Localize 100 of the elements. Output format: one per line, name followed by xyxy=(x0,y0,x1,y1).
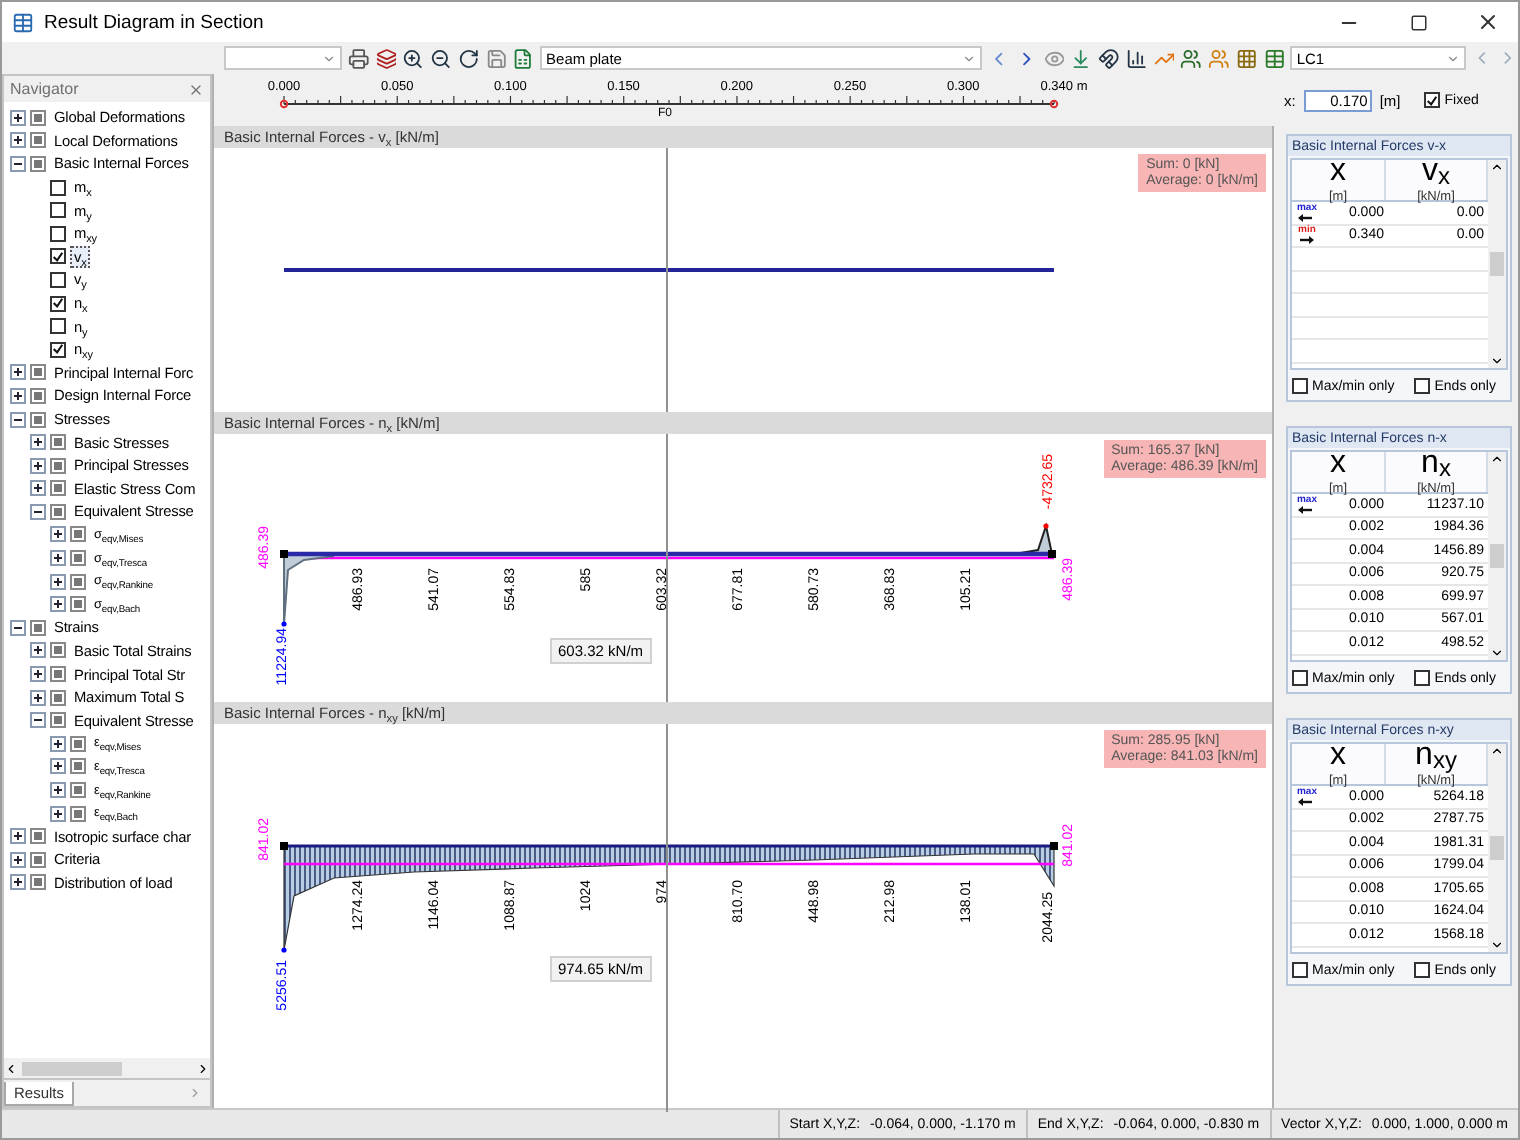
checkbox[interactable] xyxy=(50,248,66,265)
scrollbar[interactable] xyxy=(4,1058,210,1078)
zoom-in-icon[interactable] xyxy=(402,47,425,69)
group-checkbox[interactable] xyxy=(30,411,46,428)
group-checkbox[interactable] xyxy=(70,735,86,752)
expand-icon[interactable] xyxy=(30,642,46,659)
collapse-icon[interactable] xyxy=(30,503,46,520)
checkbox[interactable] xyxy=(50,318,66,335)
expand-icon[interactable] xyxy=(10,851,26,868)
expand-icon[interactable] xyxy=(50,596,66,613)
expand-icon[interactable] xyxy=(10,874,26,891)
group-checkbox[interactable] xyxy=(30,619,46,636)
checkbox[interactable] xyxy=(1414,378,1431,394)
expand-icon[interactable] xyxy=(50,782,66,799)
expand-icon[interactable] xyxy=(30,480,46,497)
group-checkbox[interactable] xyxy=(50,666,66,683)
checkbox[interactable] xyxy=(50,179,66,196)
scroll-down-icon[interactable] xyxy=(1490,354,1504,368)
group-checkbox[interactable] xyxy=(50,642,66,659)
group-checkbox[interactable] xyxy=(70,805,86,822)
scrollbar[interactable] xyxy=(1488,452,1506,660)
expand-icon[interactable] xyxy=(30,666,46,683)
magnet-icon[interactable] xyxy=(1098,47,1120,69)
group-checkbox[interactable] xyxy=(30,851,46,868)
table-icon[interactable] xyxy=(1263,47,1285,69)
group-checkbox[interactable] xyxy=(70,550,86,567)
scroll-down-icon[interactable] xyxy=(1490,938,1504,952)
collapse-icon[interactable] xyxy=(10,411,26,428)
maximize-icon[interactable] xyxy=(1409,13,1427,31)
checkbox[interactable] xyxy=(1414,670,1431,686)
expand-icon[interactable] xyxy=(10,364,26,381)
group-checkbox[interactable] xyxy=(50,712,66,729)
group-checkbox[interactable] xyxy=(50,503,66,520)
collapse-icon[interactable] xyxy=(10,155,26,172)
checkbox[interactable] xyxy=(50,341,66,358)
scroll-up-icon[interactable] xyxy=(1490,452,1504,466)
expand-icon[interactable] xyxy=(50,550,66,567)
expand-icon[interactable] xyxy=(10,828,26,845)
expand-icon[interactable] xyxy=(30,689,46,706)
caret-icon[interactable] xyxy=(962,51,977,65)
group-checkbox[interactable] xyxy=(70,782,86,799)
grid-icon[interactable] xyxy=(1235,47,1258,69)
scrollbar[interactable] xyxy=(1488,160,1506,368)
expand-icon[interactable] xyxy=(50,735,66,752)
people-icon[interactable] xyxy=(1180,47,1203,69)
caret-icon[interactable] xyxy=(321,51,336,65)
group-checkbox[interactable] xyxy=(70,526,86,543)
group-checkbox[interactable] xyxy=(70,758,86,775)
checkbox[interactable] xyxy=(50,271,66,288)
expand-icon[interactable] xyxy=(50,758,66,775)
scrollbar[interactable] xyxy=(1488,744,1506,952)
group-checkbox[interactable] xyxy=(70,573,86,590)
scroll-right-icon[interactable] xyxy=(196,1061,210,1075)
collapse-icon[interactable] xyxy=(10,619,26,636)
scroll-thumb[interactable] xyxy=(1490,836,1504,860)
group-checkbox[interactable] xyxy=(50,434,66,451)
scroll-up-icon[interactable] xyxy=(1490,160,1504,174)
bar-chart-icon[interactable] xyxy=(1125,47,1148,69)
scroll-thumb[interactable] xyxy=(1490,252,1504,276)
group-checkbox[interactable] xyxy=(30,364,46,381)
expand-icon[interactable] xyxy=(30,457,46,474)
caret-icon[interactable] xyxy=(1446,51,1461,65)
group-checkbox[interactable] xyxy=(30,155,46,172)
group-checkbox[interactable] xyxy=(30,109,46,126)
group-checkbox[interactable] xyxy=(30,387,46,404)
checkbox[interactable] xyxy=(1414,962,1431,978)
spreadsheet-icon[interactable] xyxy=(512,47,535,69)
group-checkbox[interactable] xyxy=(50,689,66,706)
expand-icon[interactable] xyxy=(30,434,46,451)
group-checkbox[interactable] xyxy=(70,596,86,613)
checkbox[interactable] xyxy=(1292,378,1308,394)
scroll-up-icon[interactable] xyxy=(1490,744,1504,758)
scroll-thumb[interactable] xyxy=(1490,544,1504,568)
expand-icon[interactable] xyxy=(10,387,26,404)
checkbox[interactable] xyxy=(50,202,66,219)
expand-icon[interactable] xyxy=(50,573,66,590)
group-checkbox[interactable] xyxy=(30,874,46,891)
group-checkbox[interactable] xyxy=(50,457,66,474)
group-checkbox[interactable] xyxy=(30,828,46,845)
checkbox[interactable] xyxy=(50,225,66,242)
collapse-icon[interactable] xyxy=(30,712,46,729)
expand-icon[interactable] xyxy=(10,109,26,126)
checkbox[interactable] xyxy=(1292,670,1308,686)
scroll-down-icon[interactable] xyxy=(1490,646,1504,660)
rotate-icon[interactable] xyxy=(457,47,480,69)
printer-icon[interactable] xyxy=(347,47,370,69)
expand-icon[interactable] xyxy=(50,526,66,543)
checkbox[interactable] xyxy=(50,295,66,312)
expand-icon[interactable] xyxy=(10,132,26,149)
close-icon[interactable] xyxy=(1476,10,1500,34)
expand-icon[interactable] xyxy=(50,805,66,822)
group-checkbox[interactable] xyxy=(50,480,66,497)
people-icon[interactable] xyxy=(1208,47,1230,69)
checkbox[interactable] xyxy=(1292,962,1308,978)
zoom-out-icon[interactable] xyxy=(430,47,452,69)
group-checkbox[interactable] xyxy=(30,132,46,149)
layers-icon[interactable] xyxy=(375,47,397,69)
arrow-down-icon[interactable] xyxy=(1070,47,1093,69)
scroll-left-icon[interactable] xyxy=(4,1061,18,1075)
checkbox[interactable] xyxy=(1424,92,1441,108)
